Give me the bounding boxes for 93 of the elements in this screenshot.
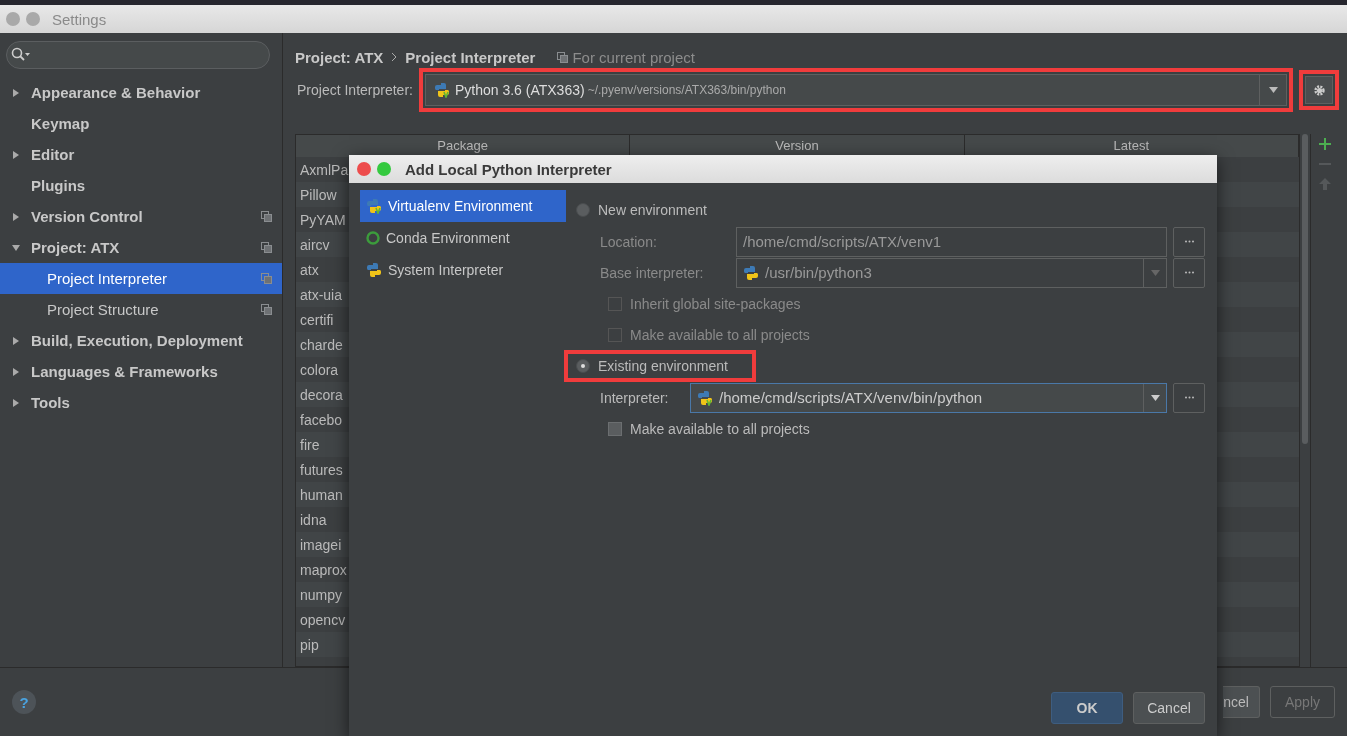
sidebar-item[interactable]: Build, Execution, Deployment (0, 325, 282, 356)
up-arrow-icon (1319, 178, 1331, 190)
table-cell: facebo (300, 411, 343, 428)
table-cell: fire (300, 436, 320, 453)
browse-button[interactable] (1173, 226, 1205, 257)
interpreter-dropdown[interactable]: /home/cmd/scripts/ATX/venv/bin/python (690, 382, 1167, 413)
collapsed-arrow-icon (11, 88, 20, 97)
settings-icon (1312, 83, 1326, 97)
sidebar-item[interactable]: Tools (0, 387, 282, 418)
scrollbar-thumb[interactable] (1302, 134, 1308, 444)
radio-option[interactable]: Existing environment (564, 350, 756, 382)
browse-button[interactable] (1173, 382, 1205, 413)
sidebar-item[interactable]: Project Structure (0, 294, 282, 325)
scope-note: For current project (572, 48, 695, 66)
field-label: Base interpreter: (600, 264, 705, 281)
sidebar-item[interactable]: Project: ATX (0, 232, 282, 263)
python-venv-icon (433, 82, 450, 98)
collapsed-arrow-icon (11, 398, 20, 407)
breadcrumb-item: Project: ATX (295, 48, 384, 66)
add-icon (1319, 138, 1331, 150)
table-cell: atx (300, 261, 319, 278)
sidebar-item[interactable]: Plugins (0, 170, 282, 201)
table-cell: Pillow (300, 186, 337, 203)
sidebar-item[interactable]: Editor (0, 139, 282, 170)
dialog-button[interactable]: OK (1051, 692, 1123, 724)
collapsed-arrow-icon (11, 336, 20, 345)
close-button[interactable] (357, 162, 371, 176)
field-label: Project Interpreter: (296, 82, 413, 98)
table-cell: PyYAM (300, 211, 346, 228)
environment-type-item[interactable]: Conda Environment (360, 222, 566, 254)
table-cell: maprox (300, 561, 347, 578)
table-cell: futures (300, 461, 343, 478)
maximize-button[interactable] (377, 162, 391, 176)
collapsed-arrow-icon (11, 212, 20, 221)
copy-icon (261, 211, 272, 222)
field-label: Interpreter: (600, 389, 670, 406)
dropdown-arrow-icon (1268, 87, 1278, 93)
checkbox[interactable] (608, 421, 622, 436)
dropdown-arrow-icon (1150, 394, 1160, 401)
dropdown-arrow-icon (1150, 269, 1160, 276)
sidebar-item[interactable]: Appearance & Behavior (0, 77, 282, 108)
sidebar-item[interactable]: Languages & Frameworks (0, 356, 282, 387)
breadcrumb-item: Project Interpreter (405, 48, 536, 66)
sidebar-item[interactable]: Keymap (0, 108, 282, 139)
python-icon (743, 264, 759, 281)
table-cell: numpy (300, 586, 343, 603)
interpreter-dropdown[interactable]: Python 3.6 (ATX363) ~/.pyenv/versions/ATX363/bin/python (424, 74, 1287, 106)
settings-button[interactable] (1305, 76, 1333, 104)
sidebar-item[interactable]: Project Interpreter (0, 263, 282, 294)
dialog-button[interactable]: ncel (1223, 686, 1260, 718)
search-field[interactable] (6, 41, 270, 69)
minimize-button[interactable] (26, 12, 40, 26)
table-cell: human (300, 486, 343, 503)
copy-icon (557, 51, 569, 63)
checkbox-label: Inherit global site-packages (630, 295, 801, 312)
expanded-arrow-icon (11, 243, 20, 252)
table-cell: opencv (300, 611, 346, 628)
checkbox-label: Make available to all projects (630, 326, 810, 343)
collapsed-arrow-icon (11, 367, 20, 376)
table-cell: atx-uia (300, 286, 343, 303)
copy-icon (261, 273, 272, 284)
search-icon (11, 47, 31, 63)
ellipsis-icon (1184, 396, 1194, 399)
table-cell: charde (300, 336, 343, 353)
table-cell: colora (300, 361, 339, 378)
field-label: Location: (600, 233, 658, 250)
table-cell: decora (300, 386, 343, 403)
radio-option[interactable]: New environment (564, 194, 715, 226)
table-cell: AxmlPa (300, 161, 349, 178)
window-title: Settings (52, 10, 107, 28)
ring-icon (366, 231, 380, 245)
collapsed-arrow-icon (11, 150, 20, 159)
close-button[interactable] (6, 12, 20, 26)
python-venv-icon (697, 389, 713, 406)
table-cell: aircv (300, 236, 330, 253)
sidebar-item[interactable]: Version Control (0, 201, 282, 232)
checkbox-label: Make available to all projects (630, 420, 810, 437)
python-venv-icon (366, 198, 382, 214)
copy-icon (261, 304, 272, 315)
python-icon (366, 262, 382, 278)
copy-icon (261, 242, 272, 253)
table-cell: imagei (300, 536, 342, 553)
ellipsis-icon (1184, 240, 1194, 243)
dialog-button[interactable]: Cancel (1133, 692, 1205, 724)
table-cell: pip (300, 636, 319, 653)
browse-button[interactable] (1173, 257, 1205, 288)
table-cell: idna (300, 511, 327, 528)
dialog-title: Add Local Python Interpreter (405, 160, 612, 178)
chevron-icon (391, 52, 398, 62)
environment-type-item[interactable]: Virtualenv Environment (360, 190, 566, 222)
table-cell: certifi (300, 311, 334, 328)
ellipsis-icon (1184, 271, 1194, 274)
environment-type-item[interactable]: System Interpreter (360, 254, 566, 286)
